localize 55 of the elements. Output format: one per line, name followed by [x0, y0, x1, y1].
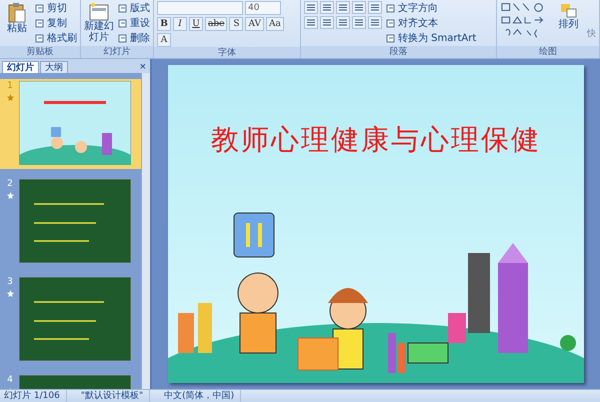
format-painter-button[interactable]: 格式刷 [35, 31, 77, 44]
copy-button[interactable]: 复制 [35, 16, 77, 29]
cut-button[interactable]: 剪切 [35, 1, 77, 14]
layout-button[interactable]: 版式 [118, 1, 150, 14]
slide-title[interactable]: 教师心理健康与心理保健 [211, 121, 541, 159]
new-slide-button[interactable]: 新建幻灯片 [84, 1, 114, 45]
align-icon[interactable] [352, 1, 366, 14]
panel-tab[interactable]: 大纲 [40, 61, 68, 73]
paragraph-button[interactable]: 文字方向 [386, 1, 476, 14]
slide-number: 1 [7, 81, 13, 91]
format-button[interactable]: AV [245, 17, 264, 31]
group-label: 幻灯片 [81, 46, 153, 58]
paste-button[interactable]: 粘贴 [3, 1, 31, 36]
align-icon[interactable] [320, 1, 334, 14]
align-icon[interactable] [336, 16, 350, 29]
format-button[interactable]: Aa [266, 17, 284, 31]
group-label: 剪贴板 [0, 46, 80, 58]
star-icon [6, 290, 14, 297]
format-button[interactable]: abe [205, 17, 228, 31]
star-icon [6, 94, 14, 101]
align-icon[interactable] [368, 1, 382, 14]
align-icon[interactable] [304, 16, 318, 29]
align-icon[interactable] [336, 1, 350, 14]
format-button[interactable]: A [157, 33, 171, 47]
align-icon[interactable] [368, 16, 382, 29]
arrange-icon [560, 3, 578, 19]
slide-number: 2 [7, 179, 13, 189]
format-button[interactable]: B [157, 17, 171, 31]
format-button[interactable]: I [173, 17, 187, 31]
status-text: 中文(简体，中国) [164, 390, 242, 402]
align-icon[interactable] [320, 16, 334, 29]
group-label: 绘图 [497, 46, 599, 58]
format-button[interactable]: U [189, 17, 203, 31]
arrange-button[interactable]: 排列 [554, 1, 583, 32]
group-label: 段落 [301, 46, 496, 58]
slide-number: 4 [7, 375, 13, 385]
slide-number: 3 [7, 277, 13, 287]
font-name-field[interactable] [157, 1, 243, 15]
group-label: 字体 [154, 47, 300, 58]
star-icon [6, 192, 14, 199]
scrollbar[interactable] [141, 73, 150, 389]
status-text: "默认设计模板" [80, 390, 150, 402]
status-text: 幻灯片 1/106 [4, 390, 67, 402]
clipboard-icon [8, 3, 26, 23]
font-size-field[interactable]: 40 [245, 1, 281, 15]
delete-button[interactable]: 删除 [118, 31, 150, 44]
align-icon[interactable] [304, 1, 318, 14]
paragraph-button[interactable]: 转换为 SmartArt [386, 31, 476, 44]
reset-button[interactable]: 重设 [118, 16, 150, 29]
slide-icon [89, 3, 109, 21]
paragraph-button[interactable]: 对齐文本 [386, 16, 476, 29]
format-button[interactable]: S [229, 17, 244, 31]
panel-tab[interactable]: 幻灯片 [2, 61, 39, 73]
align-icon[interactable] [352, 16, 366, 29]
close-button[interactable]: × [136, 61, 150, 73]
